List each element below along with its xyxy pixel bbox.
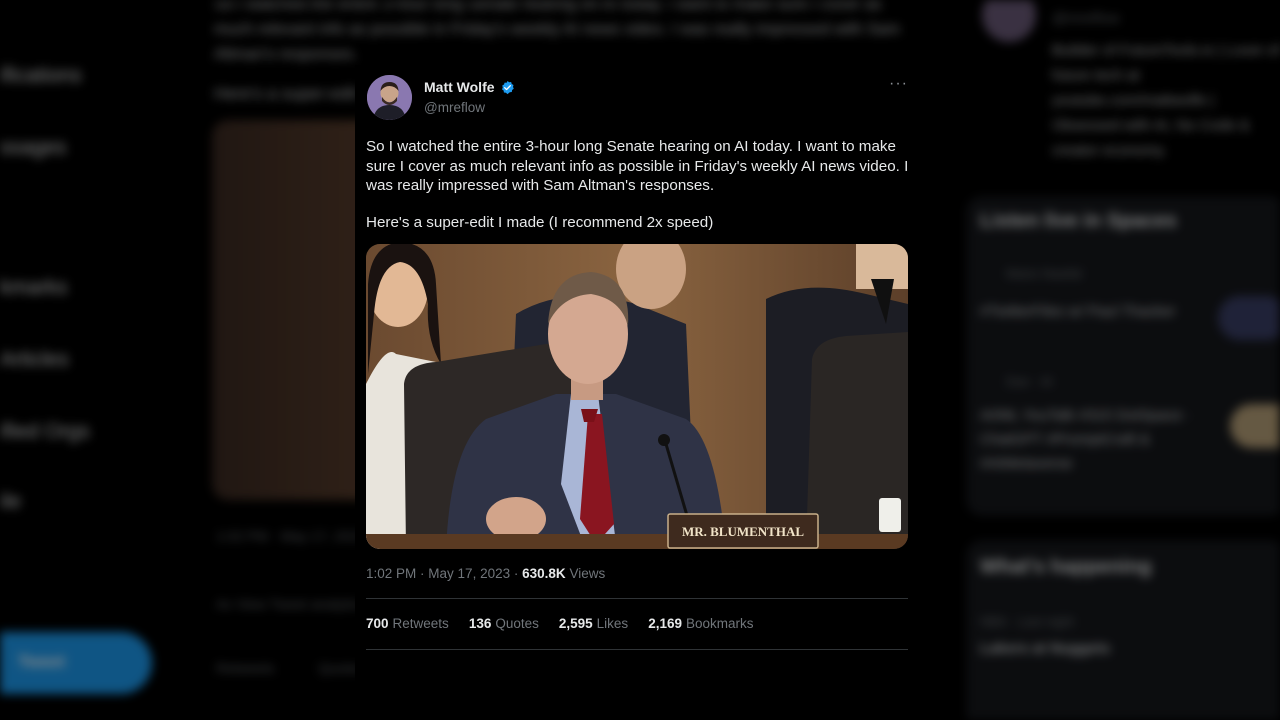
background-sidebar: ifications ssages kmarks Articles ified … xyxy=(0,0,200,720)
divider xyxy=(366,649,908,650)
background-tweet-button: Tweet xyxy=(0,632,152,694)
tweet-text-2: Here's a super-edit I made (I recommend … xyxy=(366,214,714,231)
more-options-icon[interactable]: ··· xyxy=(889,75,908,93)
bookmarks-count: 2,169 xyxy=(648,616,682,631)
meta-separator: · xyxy=(513,566,523,581)
tweet-time[interactable]: 1:02 PM xyxy=(366,566,416,581)
divider xyxy=(366,598,908,599)
tweet-text: So I watched the entire 3-hour long Sena… xyxy=(366,138,909,194)
background-nav-item: Articles xyxy=(0,348,69,371)
background-nav-item: ified Orgs xyxy=(0,420,90,443)
likes-stat[interactable]: 2,595 Likes xyxy=(559,616,628,631)
background-right-column: @mreflow Builder of FutureTools.io | Lov… xyxy=(960,0,1280,720)
views-count: 630.8K xyxy=(522,566,566,581)
background-tweet-analytics: Av View Tweet analytics xyxy=(216,596,366,612)
author-name-row[interactable]: Matt Wolfe xyxy=(424,79,515,95)
retweets-count: 700 xyxy=(366,616,389,631)
likes-count: 2,595 xyxy=(558,616,593,631)
quotes-stat[interactable]: 136 Quotes xyxy=(469,616,539,631)
engagement-stats: 700 Retweets 136 Quotes 2,595 Likes 2,169 Bo… xyxy=(366,616,774,631)
background-spaces-host: Mario Nawfal xyxy=(1006,266,1082,281)
verified-badge-icon xyxy=(501,80,514,94)
views-label: Views xyxy=(569,566,606,581)
video-nameplate: MR. BLUMENTHAL xyxy=(682,524,804,539)
background-profile-bio: Builder of FutureTools.io | Lover of fut… xyxy=(1052,42,1280,159)
background-nav-item: ile xyxy=(0,490,22,513)
background-spaces-item: #TwitterFiles w/ Paul Thacker xyxy=(980,303,1176,320)
likes-label: Likes xyxy=(596,616,629,631)
tweet-card: Matt Wolfe @mreflow ··· So I watched the… xyxy=(355,65,923,720)
bookmarks-stat[interactable]: 2,169 Bookmarks xyxy=(648,616,753,631)
background-tweet-text: So I watched the entire 3-hour long Sena… xyxy=(214,0,901,63)
background-spaces-host: Dan · AI xyxy=(1006,374,1053,389)
background-spaces-pill xyxy=(1230,404,1280,448)
background-nav-item: ifications xyxy=(0,64,82,87)
background-spaces-card: Listen live in Spaces Mario Nawfal #Twit… xyxy=(966,196,1280,516)
bookmarks-label: Bookmarks xyxy=(685,616,754,631)
author-handle[interactable]: @mreflow xyxy=(424,100,485,115)
tweet-date[interactable]: May 17, 2023 xyxy=(428,566,510,581)
background-happening-sub: NBA · Last night xyxy=(980,614,1074,629)
quotes-label: Quotes xyxy=(495,616,539,631)
background-profile-avatar xyxy=(982,0,1036,42)
background-nav-item: ssages xyxy=(0,136,67,159)
background-nav-item: kmarks xyxy=(0,276,68,299)
background-happening-item: Lakers at Nuggets xyxy=(980,640,1111,657)
background-happening-card: What's happening NBA · Last night Lakers… xyxy=(966,540,1280,720)
author-name[interactable]: Matt Wolfe xyxy=(424,79,495,95)
background-spaces-item: AI/ML YouTalk #315 DotSpace · ChatGPT #P… xyxy=(980,407,1192,472)
tweet-video[interactable]: MR. BLUMENTHAL xyxy=(366,244,908,549)
background-profile-handle: @mreflow xyxy=(1052,10,1120,27)
background-tweet-meta: 1:02 PM · May 17, 2023 xyxy=(216,528,366,544)
background-happening-title: What's happening xyxy=(980,556,1152,578)
tweet-meta: 1:02 PM · May 17, 2023 · 630.8K Views xyxy=(366,566,605,581)
retweets-stat[interactable]: 700 Retweets xyxy=(366,616,449,631)
background-spaces-title: Listen live in Spaces xyxy=(980,210,1177,232)
video-frame: MR. BLUMENTHAL xyxy=(366,244,908,549)
quotes-count: 136 xyxy=(468,616,492,631)
author-avatar[interactable] xyxy=(367,75,412,120)
background-spaces-pill xyxy=(1218,296,1280,340)
retweets-label: Retweets xyxy=(392,616,449,631)
